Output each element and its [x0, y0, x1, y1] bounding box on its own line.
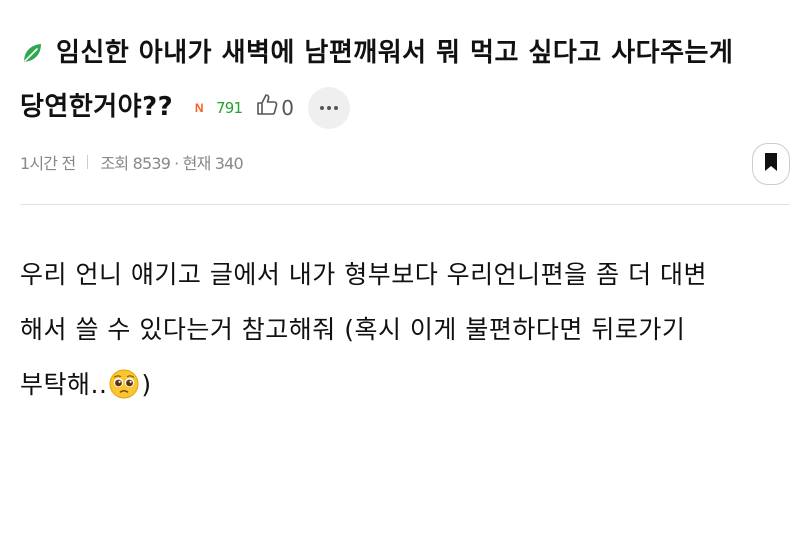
pleading-face-emoji [109, 363, 139, 418]
post-content: 우리 언니 얘기고 글에서 내가 형부보다 우리언니편을 좀 더 대변 해서 쓸… [20, 247, 800, 418]
content-line-3-close: ) [141, 370, 152, 399]
leaf-icon [20, 32, 44, 82]
content-line-2: 해서 쓸 수 있다는거 참고해줘 (혹시 이게 불편하다면 뒤로가기 [20, 315, 686, 344]
title-text-2: 당연한거야?? [20, 92, 174, 122]
current-viewers: · 현재 340 [174, 154, 244, 173]
new-badge: N [194, 100, 204, 115]
more-options-button[interactable] [308, 86, 351, 129]
title-line-1: 임신한 아내가 새벽에 남편깨워서 뭐 먹고 싶다고 사다주는게 [20, 28, 790, 82]
view-count-inline: 791 [216, 98, 243, 117]
divider [20, 204, 790, 205]
post-title: 임신한 아내가 새벽에 남편깨워서 뭐 먹고 싶다고 사다주는게 당연한거야??… [20, 28, 790, 133]
more-dots-icon [319, 105, 340, 110]
thumbs-up-icon [256, 83, 278, 133]
post-info: 1시간 전 조회 8539 · 현재 340 [20, 150, 244, 174]
content-line-1: 우리 언니 얘기고 글에서 내가 형부보다 우리언니편을 좀 더 대변 [20, 260, 708, 289]
like-button[interactable]: 0 [256, 83, 294, 133]
hit-count: 조회 8539 [100, 154, 171, 173]
title-text-1: 임신한 아내가 새벽에 남편깨워서 뭐 먹고 싶다고 사다주는게 [56, 38, 734, 68]
title-meta: N 791 0 [195, 83, 351, 133]
bookmark-button[interactable] [752, 143, 790, 185]
content-line-3-text: 부탁해.. [20, 370, 108, 399]
separator [87, 155, 89, 169]
bookmark-icon [763, 152, 779, 176]
like-count: 0 [281, 95, 295, 120]
content-line-3: 부탁해.. ) [20, 357, 800, 418]
post-page: 임신한 아내가 새벽에 남편깨워서 뭐 먹고 싶다고 사다주는게 당연한거야??… [0, 0, 810, 534]
post-time: 1시간 전 [20, 154, 76, 173]
title-line-2: 당연한거야?? N 791 0 [20, 82, 790, 133]
